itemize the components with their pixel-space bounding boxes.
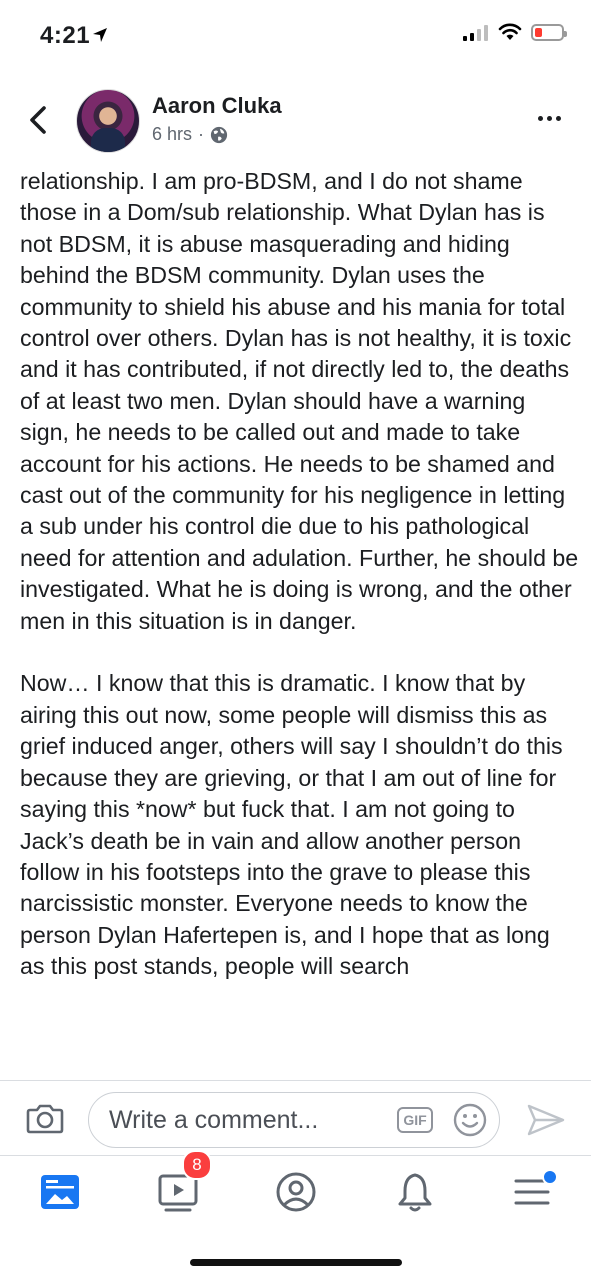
emoji-icon[interactable]	[453, 1103, 487, 1137]
battery-icon	[531, 24, 567, 41]
notifications-bell-icon[interactable]	[390, 1167, 440, 1217]
post-paragraph: relationship. I am pro-BDSM, and I do no…	[20, 168, 579, 634]
meta-separator: ·	[198, 124, 205, 144]
send-icon[interactable]	[526, 1103, 566, 1137]
home-indicator[interactable]	[190, 1259, 402, 1266]
menu-notification-dot	[542, 1169, 558, 1185]
post-meta: 6 hrs ·	[152, 124, 228, 145]
status-bar: 4:21	[0, 0, 591, 70]
profile-icon[interactable]	[271, 1167, 321, 1217]
gif-button[interactable]: GIF	[397, 1107, 433, 1133]
news-feed-icon[interactable]	[35, 1167, 85, 1217]
globe-icon	[210, 126, 228, 143]
comment-bar: GIF	[0, 1080, 591, 1156]
post-paragraph: Now… I know that this is dramatic. I kno…	[20, 670, 563, 980]
status-time: 4:21	[40, 22, 91, 49]
post-body: relationship. I am pro-BDSM, and I do no…	[20, 166, 580, 1080]
author-name[interactable]: Aaron Cluka	[152, 93, 282, 119]
avatar[interactable]	[76, 89, 140, 153]
post-header: Aaron Cluka 6 hrs ·	[0, 80, 591, 166]
comment-input[interactable]	[109, 1093, 389, 1147]
comment-box[interactable]: GIF	[88, 1092, 500, 1148]
bottom-tab-bar: 8	[0, 1150, 591, 1227]
location-arrow-icon	[93, 28, 107, 42]
camera-icon[interactable]	[26, 1102, 64, 1134]
back-arrow-icon[interactable]	[24, 100, 52, 140]
wifi-icon	[498, 23, 522, 40]
more-options-icon[interactable]	[538, 116, 561, 121]
cellular-signal-icon	[463, 25, 488, 41]
post-timestamp[interactable]: 6 hrs	[152, 124, 192, 145]
video-notification-badge: 8	[182, 1150, 212, 1180]
